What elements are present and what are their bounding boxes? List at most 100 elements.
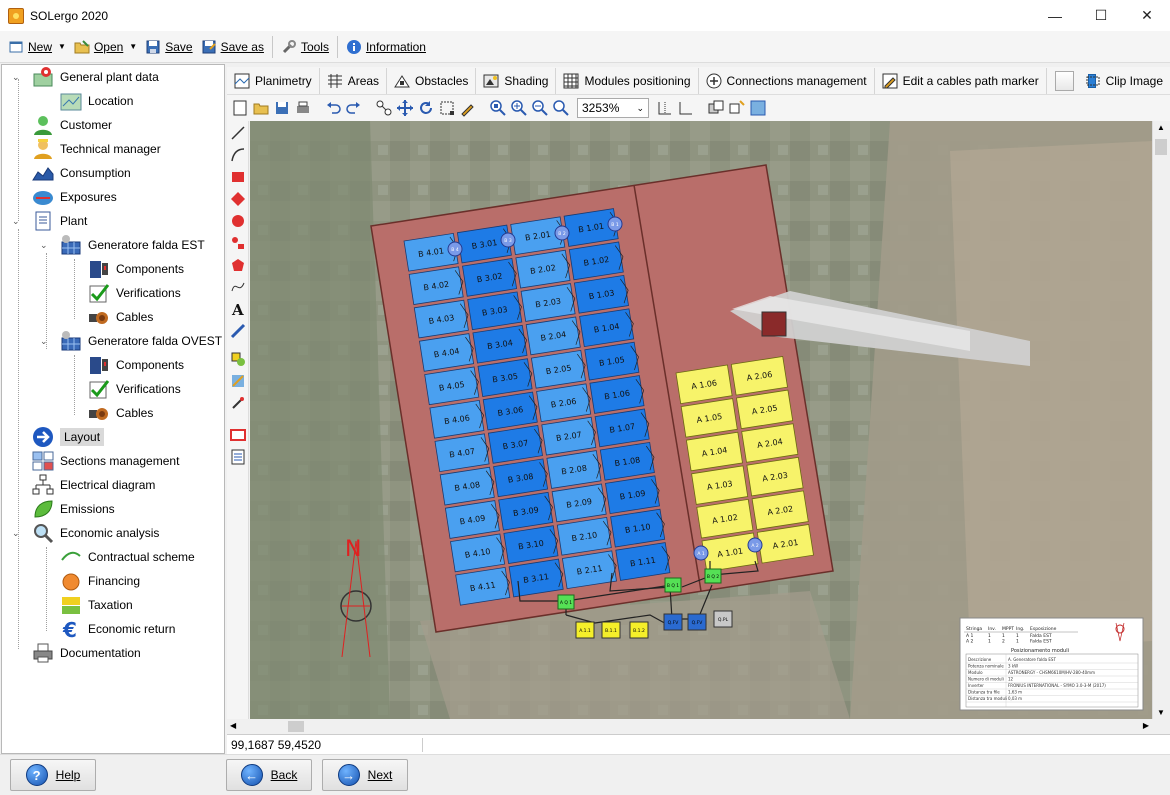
arc-tool-icon[interactable] xyxy=(230,147,246,163)
horizontal-scrollbar[interactable]: ◀ ▶ xyxy=(227,719,1152,734)
zoom-window-icon[interactable] xyxy=(552,99,570,117)
tree-item-consumption[interactable]: Consumption xyxy=(32,161,131,185)
save-file-icon[interactable] xyxy=(273,99,291,117)
magic-tool-icon[interactable] xyxy=(230,395,246,411)
tab-edit-cables-path[interactable]: Edit a cables path marker xyxy=(875,67,1047,94)
tree-item-taxation[interactable]: Taxation xyxy=(60,593,133,617)
collapse-icon[interactable]: ⌄ xyxy=(12,528,20,539)
tree-item-cables-est[interactable]: Cables xyxy=(88,305,153,329)
move-icon[interactable] xyxy=(396,99,414,117)
tab-shading[interactable]: Shading xyxy=(476,67,557,94)
close-button[interactable]: ✕ xyxy=(1124,0,1170,31)
tree-item-cables-ovest[interactable]: Cables xyxy=(88,401,153,425)
tree-item-financing[interactable]: Financing xyxy=(60,569,140,593)
ortho-icon[interactable] xyxy=(677,99,695,117)
undo-icon[interactable] xyxy=(324,99,342,117)
tree-item-emissions[interactable]: Emissions xyxy=(32,497,115,521)
layer-tool-icon[interactable] xyxy=(230,427,246,443)
scroll-right-icon[interactable]: ▶ xyxy=(1143,721,1149,730)
group-icon[interactable] xyxy=(749,99,767,117)
tree-item-exposures[interactable]: Exposures xyxy=(32,185,117,209)
tree-item-layout[interactable]: Layout xyxy=(32,425,105,449)
new-file-icon[interactable] xyxy=(231,99,249,117)
tab-modules-positioning[interactable]: Modules positioning xyxy=(556,67,699,94)
help-button[interactable]: ? Help xyxy=(10,759,96,791)
tab-areas[interactable]: Areas xyxy=(320,67,388,94)
open-file-icon[interactable] xyxy=(252,99,270,117)
line-tool-icon[interactable] xyxy=(230,125,246,141)
tree-item-generatore-falda-est[interactable]: Generatore falda EST xyxy=(60,233,205,257)
open-button[interactable]: Open xyxy=(70,34,127,60)
collapse-icon[interactable]: ⌄ xyxy=(12,216,20,227)
back-button[interactable]: ← Back xyxy=(226,759,312,791)
open-dropdown-icon[interactable]: ▼ xyxy=(129,42,137,51)
point-tool-icon[interactable] xyxy=(230,235,246,251)
tree-item-customer[interactable]: Customer xyxy=(32,113,112,137)
tab-planimetry[interactable]: Planimetry xyxy=(227,67,320,94)
maximize-button[interactable]: ☐ xyxy=(1078,0,1124,31)
scale-icon[interactable] xyxy=(438,99,456,117)
tree-item-plant[interactable]: Plant xyxy=(32,209,87,233)
scroll-left-icon[interactable]: ◀ xyxy=(230,721,236,730)
tree-item-components-ovest[interactable]: Components xyxy=(88,353,184,377)
tree-item-electrical-diagram[interactable]: Electrical diagram xyxy=(32,473,155,497)
tab-connections-management[interactable]: Connections management xyxy=(699,67,875,94)
snap-icon[interactable] xyxy=(656,99,674,117)
tree-item-general-plant-data[interactable]: General plant data xyxy=(32,65,159,89)
zoom-out-icon[interactable] xyxy=(531,99,549,117)
collapse-icon[interactable]: ⌄ xyxy=(40,240,48,251)
opacity-slider[interactable] xyxy=(1054,70,1096,91)
information-button[interactable]: Information xyxy=(342,34,430,60)
collapse-icon[interactable]: ⌄ xyxy=(12,72,20,83)
brush-icon[interactable] xyxy=(459,99,477,117)
circle-tool-icon[interactable] xyxy=(230,213,246,229)
zoom-fit-icon[interactable] xyxy=(489,99,507,117)
new-button[interactable]: New xyxy=(4,34,56,60)
clip-image-button[interactable]: Clip Image xyxy=(1078,68,1170,94)
collapse-icon[interactable]: ⌄ xyxy=(40,336,48,347)
print-icon[interactable] xyxy=(294,99,312,117)
rectangle-tool-icon[interactable] xyxy=(230,169,246,185)
layout-canvas[interactable]: B 4.01 B 4.02 B 4.03 B 4.04 B 4.05 B 4.06 B 4.… xyxy=(250,121,1152,719)
vertical-scrollbar[interactable]: ▲ ▼ xyxy=(1152,121,1169,719)
hscroll-thumb[interactable] xyxy=(288,721,304,732)
curve-tool-icon[interactable] xyxy=(230,279,246,295)
tree-item-contractual-scheme[interactable]: Contractual scheme xyxy=(60,545,195,569)
minimize-button[interactable]: — xyxy=(1032,0,1078,31)
paint-tool-icon[interactable] xyxy=(230,373,246,389)
select-node-icon[interactable] xyxy=(375,99,393,117)
tree-item-location[interactable]: Location xyxy=(60,89,133,113)
dimension-tool-icon[interactable] xyxy=(230,323,246,339)
tree-item-economic-return[interactable]: € Economic return xyxy=(60,617,175,642)
zoom-in-icon[interactable] xyxy=(510,99,528,117)
save-as-button[interactable]: Save as xyxy=(197,34,268,60)
next-button[interactable]: → Next xyxy=(322,759,408,791)
polygon-tool-icon[interactable] xyxy=(230,257,246,273)
scroll-up-icon[interactable]: ▲ xyxy=(1157,123,1165,132)
tree-item-economic-analysis[interactable]: Economic analysis xyxy=(32,521,159,545)
shape-properties-icon[interactable] xyxy=(230,351,246,367)
save-button[interactable]: Save xyxy=(141,34,196,60)
tree-item-verifications-ovest[interactable]: Verifications xyxy=(88,377,181,401)
roof-plan-drawing[interactable]: B 4.01B 4.02B 4.03B 4.04B 4.05B 4.06B 4.… xyxy=(250,121,1152,719)
tools-button[interactable]: Tools xyxy=(277,34,333,60)
new-dropdown-icon[interactable]: ▼ xyxy=(58,42,66,51)
notes-tool-icon[interactable] xyxy=(230,449,246,465)
scroll-thumb[interactable] xyxy=(1155,139,1167,155)
zoom-level-select[interactable]: 3253% ⌄ xyxy=(577,98,649,118)
explode-icon[interactable] xyxy=(728,99,746,117)
modules-grid-icon xyxy=(563,73,579,88)
tree-item-components-est[interactable]: Components xyxy=(88,257,184,281)
redo-icon[interactable] xyxy=(345,99,363,117)
tree-item-generatore-falda-ovest[interactable]: Generatore falda OVEST xyxy=(60,329,222,353)
tree-item-technical-manager[interactable]: Technical manager xyxy=(32,137,161,161)
tree-item-sections-management[interactable]: Sections management xyxy=(32,449,179,473)
cut-icon[interactable] xyxy=(707,99,725,117)
text-tool-icon[interactable]: A xyxy=(230,301,246,317)
scroll-down-icon[interactable]: ▼ xyxy=(1157,708,1165,717)
tab-obstacles[interactable]: Obstacles xyxy=(387,67,477,94)
tree-item-verifications-est[interactable]: Verifications xyxy=(88,281,181,305)
rotate-icon[interactable] xyxy=(417,99,435,117)
diamond-tool-icon[interactable] xyxy=(230,191,246,207)
tree-item-documentation[interactable]: Documentation xyxy=(32,641,141,665)
